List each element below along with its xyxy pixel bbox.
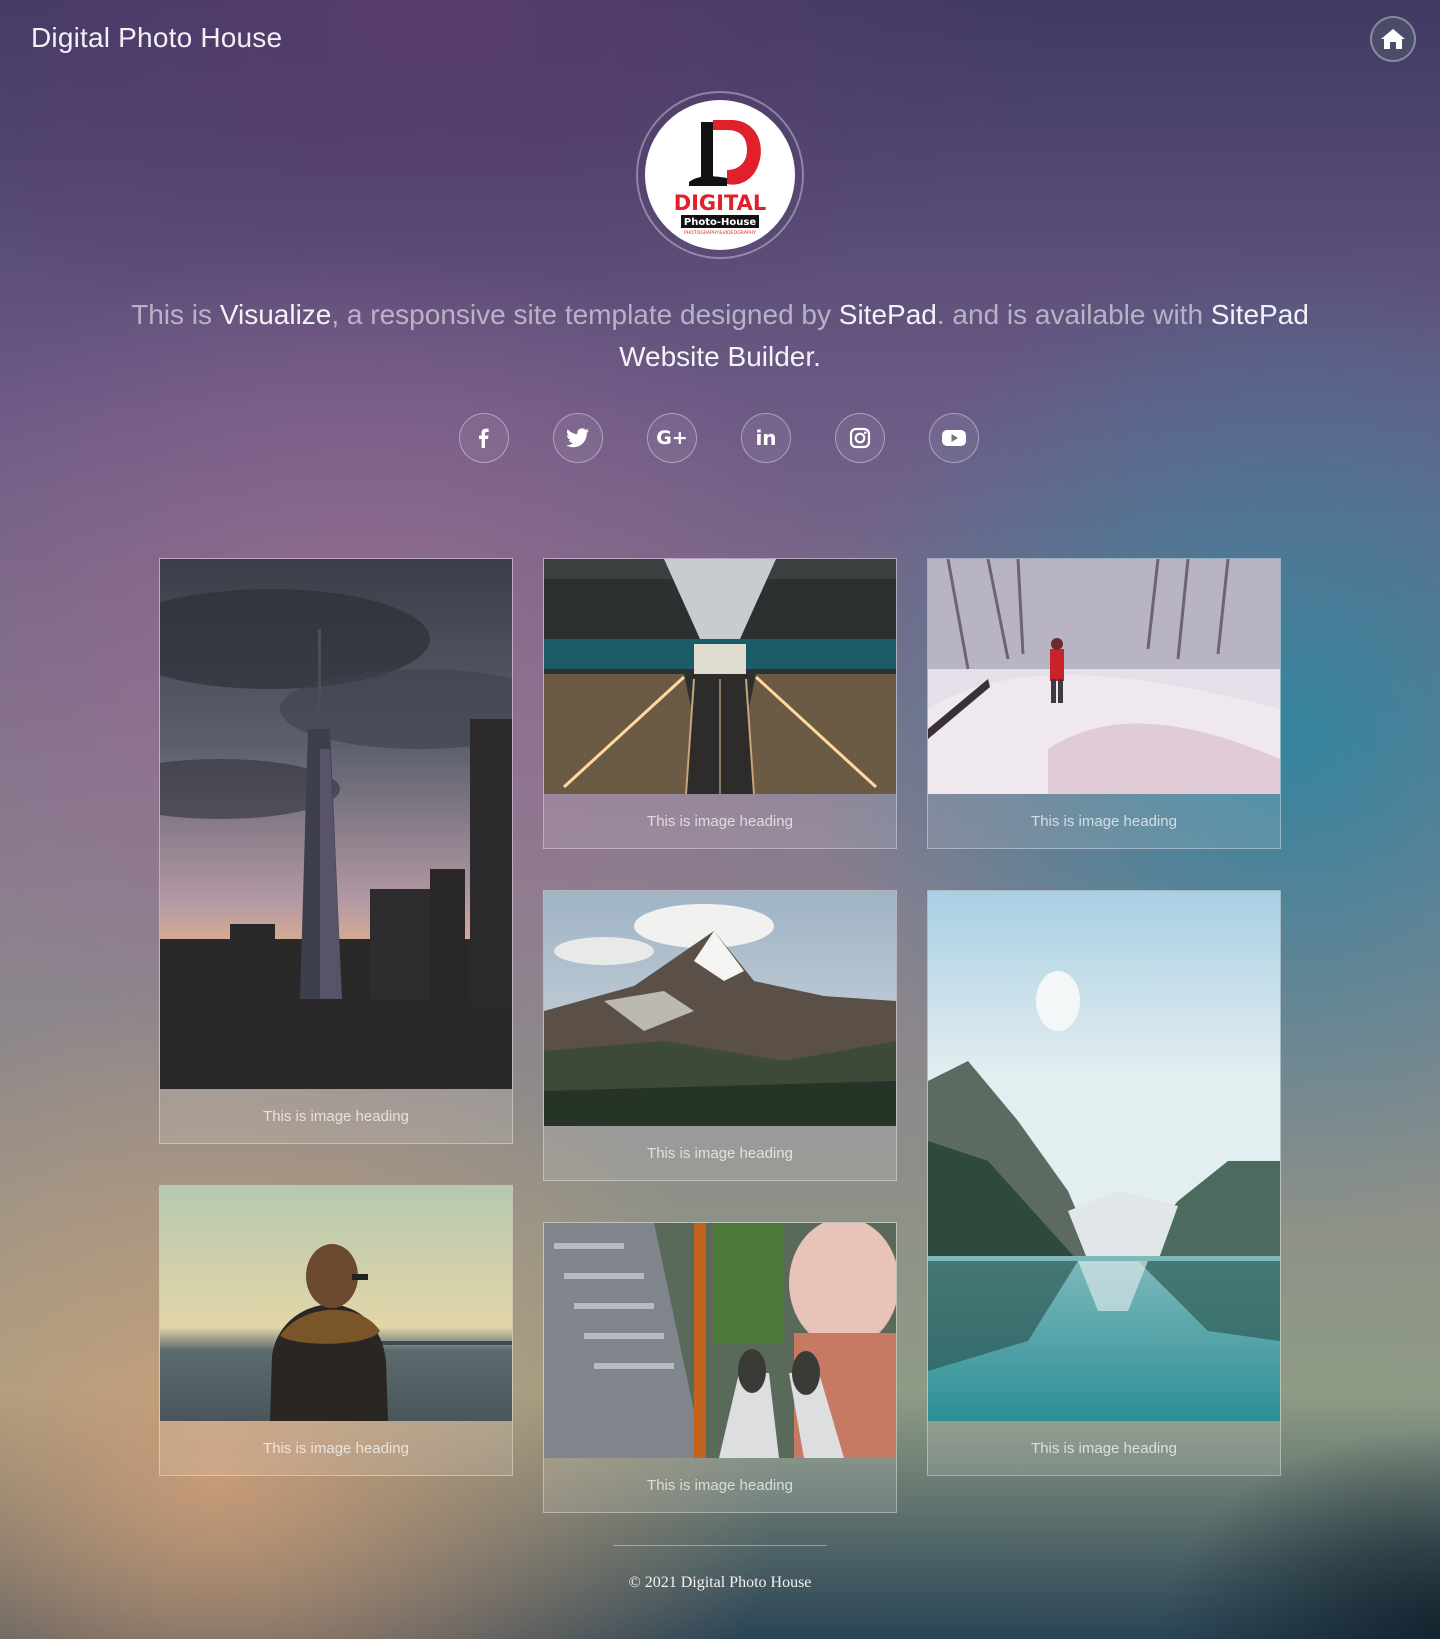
social-links: G+ in (459, 413, 979, 463)
google-plus-button[interactable]: G+ (647, 413, 697, 463)
mountain-lake-reflection-image (928, 891, 1280, 1421)
card-caption: This is image heading (647, 1144, 793, 1162)
facebook-icon (479, 428, 489, 448)
sitepad-link[interactable]: SitePad (839, 299, 937, 330)
city-skyline-sunset-image (160, 559, 512, 1089)
intro-text: This is Visualize, a responsive site tem… (130, 294, 1310, 378)
card-caption: This is image heading (647, 812, 793, 830)
site-title[interactable]: Digital Photo House (31, 22, 282, 54)
snowy-mountain-peak-image (544, 891, 896, 1126)
home-button[interactable] (1370, 16, 1416, 62)
gallery-card[interactable]: This is image heading (159, 558, 513, 1144)
gallery-card[interactable]: This is image heading (543, 890, 897, 1181)
gallery-card[interactable]: This is image heading (543, 1222, 897, 1513)
gallery-card[interactable]: This is image heading (927, 890, 1281, 1476)
snowy-field-photographer-image (928, 559, 1280, 794)
youtube-icon (942, 430, 966, 446)
instagram-icon (849, 427, 871, 449)
google-plus-icon: G+ (656, 427, 688, 449)
feet-over-skyscrapers-image (544, 1223, 896, 1458)
intro-part1: This is (131, 299, 220, 330)
card-caption: This is image heading (263, 1439, 409, 1457)
youtube-button[interactable] (929, 413, 979, 463)
digital-photo-house-logo: DIGITAL Photo-House PHOTOGRAPHY&VIDEOGRA… (674, 120, 767, 236)
intro-part4: . (813, 341, 821, 372)
home-icon (1381, 29, 1405, 49)
logo-ring: DIGITAL Photo-House PHOTOGRAPHY&VIDEOGRA… (636, 91, 804, 259)
footer-divider (613, 1545, 827, 1546)
logo-subbrand: Photo-House (684, 217, 756, 228)
footer-copyright: © 2021 Digital Photo House (628, 1574, 812, 1591)
twitter-icon (566, 428, 589, 448)
gallery-card[interactable]: This is image heading (543, 558, 897, 849)
facebook-button[interactable] (459, 413, 509, 463)
intro-part3: . and is available with (936, 299, 1211, 330)
linkedin-icon: in (755, 426, 777, 450)
intro-part2: , a responsive site template designed by (331, 299, 839, 330)
logo-tagline: PHOTOGRAPHY&VIDEOGRAPHY (684, 230, 756, 236)
card-caption: This is image heading (647, 1476, 793, 1494)
logo: DIGITAL Photo-House PHOTOGRAPHY&VIDEOGRA… (645, 100, 795, 250)
linkedin-button[interactable]: in (741, 413, 791, 463)
person-at-seaside-image (160, 1186, 512, 1421)
visualize-link[interactable]: Visualize (220, 299, 332, 330)
card-caption: This is image heading (263, 1107, 409, 1125)
gallery-card[interactable]: This is image heading (927, 558, 1281, 849)
instagram-button[interactable] (835, 413, 885, 463)
twitter-button[interactable] (553, 413, 603, 463)
card-caption: This is image heading (1031, 1439, 1177, 1457)
card-caption: This is image heading (1031, 812, 1177, 830)
logo-brand: DIGITAL (674, 191, 767, 215)
escalator-symmetry-image (544, 559, 896, 794)
gallery-card[interactable]: This is image heading (159, 1185, 513, 1476)
